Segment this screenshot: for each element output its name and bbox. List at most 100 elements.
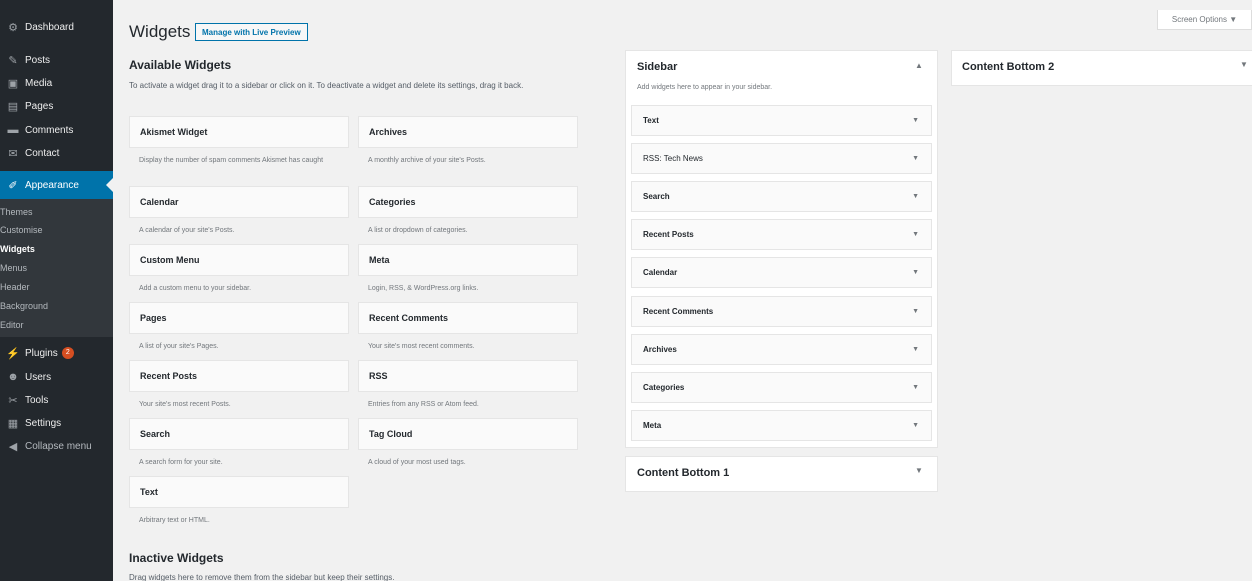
menu-label: Settings [25, 417, 62, 429]
menu-item-pages[interactable]: ▤ Pages [0, 95, 113, 117]
sidebar-desc: Add widgets here to appear in your sideb… [637, 84, 773, 91]
menu-item-tools[interactable]: ✂ Tools [0, 389, 113, 411]
sidebar-title[interactable]: Sidebar [637, 61, 677, 73]
menu-item-users[interactable]: ☻ Users [0, 366, 113, 388]
widget-desc: A cloud of your most used tags. [368, 459, 466, 466]
menu-item-media[interactable]: ▣ Media [0, 72, 113, 94]
content-bottom-1-title[interactable]: Content Bottom 1 [637, 467, 729, 479]
inactive-widgets-desc: Drag widgets here to remove them from th… [129, 573, 395, 581]
collapse-up-icon[interactable]: ▲ [915, 61, 923, 70]
sidebar-widget-recent-comments[interactable]: Recent Comments ▼ [631, 296, 932, 327]
widget-custom-menu[interactable]: Custom Menu [129, 244, 349, 276]
dashboard-icon: ⚙ [8, 21, 18, 34]
sidebar-widget-label: Search [643, 192, 670, 201]
brush-icon: ✐ [8, 179, 18, 192]
widget-desc: A search form for your site. [139, 459, 223, 466]
widget-rss[interactable]: RSS [358, 360, 578, 392]
widget-text[interactable]: Text [129, 476, 349, 508]
sidebar-widget-label: Archives [643, 345, 677, 354]
sidebar-widget-label: Meta [643, 421, 662, 430]
menu-label: Dashboard [25, 21, 74, 33]
widget-akismet[interactable]: Akismet Widget [129, 116, 349, 148]
widget-desc: Add a custom menu to your sidebar. [139, 285, 252, 292]
widget-desc: A list or dropdown of categories. [368, 227, 468, 234]
chevron-down-icon[interactable]: ▼ [1240, 60, 1248, 69]
chevron-down-icon[interactable]: ▼ [912, 193, 919, 200]
comment-icon: ▬ [7, 124, 19, 136]
widget-desc: Your site's most recent Posts. [139, 401, 231, 408]
sidebar-widget-label: Categories [643, 383, 685, 392]
sidebar-widget-categories[interactable]: Categories ▼ [631, 372, 932, 403]
chevron-down-icon[interactable]: ▼ [912, 422, 919, 429]
submenu-item-customise[interactable]: Customise [0, 221, 113, 239]
submenu-item-background[interactable]: Background [0, 297, 113, 315]
chevron-down-icon[interactable]: ▼ [912, 308, 919, 315]
screen-options-button[interactable]: Screen Options ▼ [1157, 10, 1252, 30]
page-icon: ▤ [7, 100, 19, 113]
chevron-down-icon[interactable]: ▼ [912, 231, 919, 238]
sidebar-widget-recent-posts[interactable]: Recent Posts ▼ [631, 219, 932, 250]
chevron-down-icon[interactable]: ▼ [912, 155, 919, 162]
widget-calendar[interactable]: Calendar [129, 186, 349, 218]
chevron-down-icon[interactable]: ▼ [912, 346, 919, 353]
sidebar-widget-text[interactable]: Text ▼ [631, 105, 932, 136]
sidebar-widget-label: Calendar [643, 268, 678, 277]
mail-icon: ✉ [8, 147, 18, 160]
submenu-item-themes[interactable]: Themes [0, 203, 113, 221]
widget-desc: Display the number of spam comments Akis… [139, 157, 324, 164]
menu-item-settings[interactable]: ▦ Settings [0, 412, 113, 434]
menu-label: Users [25, 371, 52, 383]
sidebar-widget-meta[interactable]: Meta ▼ [631, 410, 932, 441]
admin-menu: ⚙ Dashboard ✎ Posts ▣ Media ▤ Pages ▬ Co… [0, 0, 113, 581]
settings-icon: ▦ [7, 417, 19, 430]
sidebar-widget-rss[interactable]: RSS: Tech News ▼ [631, 143, 932, 174]
widget-recent-comments[interactable]: Recent Comments [358, 302, 578, 334]
sidebar-widget-label: RSS: Tech News [643, 154, 703, 163]
menu-item-appearance[interactable]: ✐ Appearance [0, 171, 113, 199]
available-widgets-title: Available Widgets [129, 58, 232, 72]
widget-desc: A monthly archive of your site's Posts. [368, 157, 486, 164]
widget-search[interactable]: Search [129, 418, 349, 450]
sidebar-widget-label: Recent Comments [643, 307, 714, 316]
submenu-item-editor[interactable]: Editor [0, 316, 113, 334]
widget-desc: A list of your site's Pages. [139, 343, 219, 350]
chevron-down-icon[interactable]: ▼ [912, 117, 919, 124]
menu-label: Plugins [25, 347, 58, 359]
chevron-down-icon[interactable]: ▼ [915, 466, 923, 475]
menu-item-posts[interactable]: ✎ Posts [0, 49, 113, 71]
sidebar-widget-search[interactable]: Search ▼ [631, 181, 932, 212]
page-title: Widgets [129, 22, 191, 41]
widget-archives[interactable]: Archives [358, 116, 578, 148]
submenu-item-menus[interactable]: Menus [0, 259, 113, 277]
sidebar-widget-calendar[interactable]: Calendar ▼ [631, 257, 932, 288]
submenu-item-widgets[interactable]: Widgets [0, 240, 113, 258]
widget-tag-cloud[interactable]: Tag Cloud [358, 418, 578, 450]
manage-live-preview-button[interactable]: Manage with Live Preview [195, 23, 308, 41]
menu-item-dashboard[interactable]: ⚙ Dashboard [0, 16, 113, 38]
sidebar-widget-label: Recent Posts [643, 230, 694, 239]
widget-meta[interactable]: Meta [358, 244, 578, 276]
menu-label: Tools [25, 394, 49, 406]
sidebar-widget-label: Text [643, 116, 659, 125]
chevron-down-icon[interactable]: ▼ [912, 269, 919, 276]
collapse-menu-button[interactable]: ◀ Collapse menu [0, 435, 113, 457]
pin-icon: ✎ [8, 54, 18, 67]
widget-categories[interactable]: Categories [358, 186, 578, 218]
sidebar-widget-archives[interactable]: Archives ▼ [631, 334, 932, 365]
menu-item-comments[interactable]: ▬ Comments [0, 119, 113, 141]
available-widgets-desc: To activate a widget drag it to a sideba… [129, 81, 524, 90]
update-count-badge: 2 [61, 347, 74, 359]
appearance-submenu: Themes Customise Widgets Menus Header Ba… [0, 199, 113, 337]
content-bottom-2-title[interactable]: Content Bottom 2 [962, 61, 1054, 73]
chevron-down-icon[interactable]: ▼ [912, 384, 919, 391]
widget-pages[interactable]: Pages [129, 302, 349, 334]
widget-recent-posts[interactable]: Recent Posts [129, 360, 349, 392]
users-icon: ☻ [7, 371, 19, 383]
menu-label: Appearance [25, 179, 79, 191]
widget-desc: Arbitrary text or HTML. [139, 517, 210, 524]
menu-item-plugins[interactable]: ⚡ Plugins 2 [0, 342, 113, 364]
inactive-widgets-title: Inactive Widgets [129, 551, 224, 565]
submenu-item-header[interactable]: Header [0, 278, 113, 296]
menu-label: Comments [25, 124, 74, 136]
menu-item-contact[interactable]: ✉ Contact [0, 142, 113, 164]
